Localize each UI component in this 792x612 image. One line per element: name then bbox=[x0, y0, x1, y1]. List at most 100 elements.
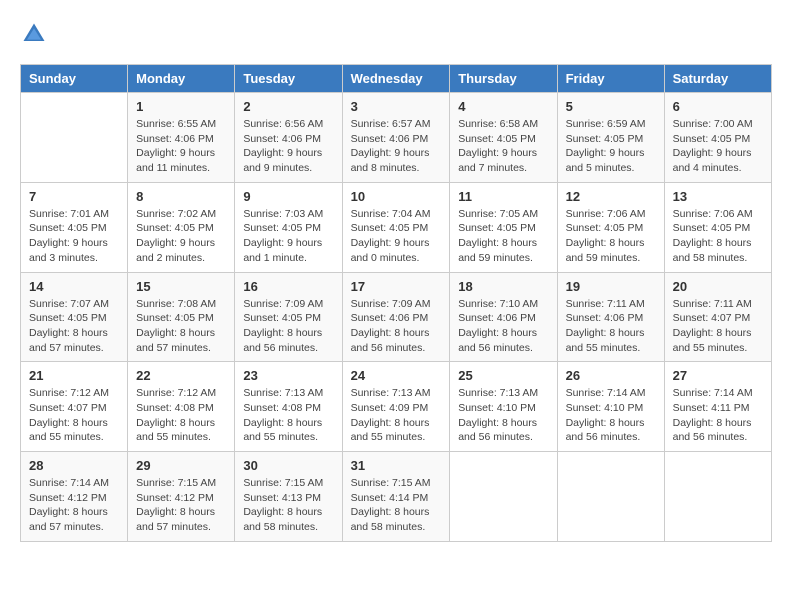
day-cell: 12 Sunrise: 7:06 AM Sunset: 4:05 PM Dayli… bbox=[557, 182, 664, 272]
day-cell bbox=[450, 452, 557, 542]
day-cell: 19 Sunrise: 7:11 AM Sunset: 4:06 PM Dayli… bbox=[557, 272, 664, 362]
day-detail: Sunrise: 7:01 AM Sunset: 4:05 PM Dayligh… bbox=[29, 207, 119, 266]
day-number: 6 bbox=[673, 99, 763, 114]
day-detail: Sunrise: 7:11 AM Sunset: 4:07 PM Dayligh… bbox=[673, 297, 763, 356]
day-cell: 2 Sunrise: 6:56 AM Sunset: 4:06 PM Daylig… bbox=[235, 93, 342, 183]
calendar-header-row: SundayMondayTuesdayWednesdayThursdayFrid… bbox=[21, 65, 772, 93]
day-cell: 25 Sunrise: 7:13 AM Sunset: 4:10 PM Dayli… bbox=[450, 362, 557, 452]
day-detail: Sunrise: 7:00 AM Sunset: 4:05 PM Dayligh… bbox=[673, 117, 763, 176]
day-number: 24 bbox=[351, 368, 442, 383]
week-row-4: 21Sunrise: 7:12 AM Sunset: 4:07 PM Dayli… bbox=[21, 362, 772, 452]
day-cell: 17 Sunrise: 7:09 AM Sunset: 4:06 PM Dayli… bbox=[342, 272, 450, 362]
header-tuesday: Tuesday bbox=[235, 65, 342, 93]
day-detail: Sunrise: 7:13 AM Sunset: 4:09 PM Dayligh… bbox=[351, 386, 442, 445]
day-number: 31 bbox=[351, 458, 442, 473]
day-cell: 4 Sunrise: 6:58 AM Sunset: 4:05 PM Daylig… bbox=[450, 93, 557, 183]
day-number: 19 bbox=[566, 279, 656, 294]
day-detail: Sunrise: 7:02 AM Sunset: 4:05 PM Dayligh… bbox=[136, 207, 226, 266]
day-detail: Sunrise: 7:15 AM Sunset: 4:14 PM Dayligh… bbox=[351, 476, 442, 535]
day-cell: 18 Sunrise: 7:10 AM Sunset: 4:06 PM Dayli… bbox=[450, 272, 557, 362]
day-detail: Sunrise: 7:10 AM Sunset: 4:06 PM Dayligh… bbox=[458, 297, 548, 356]
day-detail: Sunrise: 7:15 AM Sunset: 4:12 PM Dayligh… bbox=[136, 476, 226, 535]
day-cell: 13 Sunrise: 7:06 AM Sunset: 4:05 PM Dayli… bbox=[664, 182, 771, 272]
day-cell: 30Sunrise: 7:15 AM Sunset: 4:13 PM Dayli… bbox=[235, 452, 342, 542]
day-number: 28 bbox=[29, 458, 119, 473]
day-number: 26 bbox=[566, 368, 656, 383]
header-sunday: Sunday bbox=[21, 65, 128, 93]
day-number: 10 bbox=[351, 189, 442, 204]
day-cell: 10 Sunrise: 7:04 AM Sunset: 4:05 PM Dayli… bbox=[342, 182, 450, 272]
day-detail: Sunrise: 7:03 AM Sunset: 4:05 PM Dayligh… bbox=[243, 207, 333, 266]
header-wednesday: Wednesday bbox=[342, 65, 450, 93]
calendar-table: SundayMondayTuesdayWednesdayThursdayFrid… bbox=[20, 64, 772, 542]
page-header bbox=[20, 20, 772, 48]
day-detail: Sunrise: 7:15 AM Sunset: 4:13 PM Dayligh… bbox=[243, 476, 333, 535]
logo-icon bbox=[20, 20, 48, 48]
day-number: 22 bbox=[136, 368, 226, 383]
day-cell: 24 Sunrise: 7:13 AM Sunset: 4:09 PM Dayli… bbox=[342, 362, 450, 452]
day-detail: Sunrise: 7:06 AM Sunset: 4:05 PM Dayligh… bbox=[673, 207, 763, 266]
day-detail: Sunrise: 6:57 AM Sunset: 4:06 PM Dayligh… bbox=[351, 117, 442, 176]
day-number: 9 bbox=[243, 189, 333, 204]
week-row-2: 7 Sunrise: 7:01 AM Sunset: 4:05 PM Daylig… bbox=[21, 182, 772, 272]
day-detail: Sunrise: 6:56 AM Sunset: 4:06 PM Dayligh… bbox=[243, 117, 333, 176]
day-number: 29 bbox=[136, 458, 226, 473]
day-number: 2 bbox=[243, 99, 333, 114]
day-detail: Sunrise: 7:05 AM Sunset: 4:05 PM Dayligh… bbox=[458, 207, 548, 266]
day-detail: Sunrise: 7:12 AM Sunset: 4:07 PM Dayligh… bbox=[29, 386, 119, 445]
day-detail: Sunrise: 7:14 AM Sunset: 4:11 PM Dayligh… bbox=[673, 386, 763, 445]
day-detail: Sunrise: 7:11 AM Sunset: 4:06 PM Dayligh… bbox=[566, 297, 656, 356]
day-detail: Sunrise: 7:04 AM Sunset: 4:05 PM Dayligh… bbox=[351, 207, 442, 266]
day-detail: Sunrise: 7:07 AM Sunset: 4:05 PM Dayligh… bbox=[29, 297, 119, 356]
day-detail: Sunrise: 7:09 AM Sunset: 4:06 PM Dayligh… bbox=[351, 297, 442, 356]
day-cell bbox=[21, 93, 128, 183]
day-cell: 29 Sunrise: 7:15 AM Sunset: 4:12 PM Dayli… bbox=[128, 452, 235, 542]
day-cell: 14Sunrise: 7:07 AM Sunset: 4:05 PM Dayli… bbox=[21, 272, 128, 362]
day-number: 3 bbox=[351, 99, 442, 114]
header-friday: Friday bbox=[557, 65, 664, 93]
day-cell: 20 Sunrise: 7:11 AM Sunset: 4:07 PM Dayli… bbox=[664, 272, 771, 362]
day-detail: Sunrise: 7:13 AM Sunset: 4:10 PM Dayligh… bbox=[458, 386, 548, 445]
day-number: 17 bbox=[351, 279, 442, 294]
day-number: 12 bbox=[566, 189, 656, 204]
day-cell: 6 Sunrise: 7:00 AM Sunset: 4:05 PM Daylig… bbox=[664, 93, 771, 183]
day-number: 23 bbox=[243, 368, 333, 383]
day-cell: 26Sunrise: 7:14 AM Sunset: 4:10 PM Dayli… bbox=[557, 362, 664, 452]
day-detail: Sunrise: 6:59 AM Sunset: 4:05 PM Dayligh… bbox=[566, 117, 656, 176]
day-detail: Sunrise: 7:14 AM Sunset: 4:12 PM Dayligh… bbox=[29, 476, 119, 535]
header-thursday: Thursday bbox=[450, 65, 557, 93]
day-cell: 1 Sunrise: 6:55 AM Sunset: 4:06 PM Daylig… bbox=[128, 93, 235, 183]
day-cell bbox=[557, 452, 664, 542]
day-cell: 15 Sunrise: 7:08 AM Sunset: 4:05 PM Dayli… bbox=[128, 272, 235, 362]
header-saturday: Saturday bbox=[664, 65, 771, 93]
day-detail: Sunrise: 7:09 AM Sunset: 4:05 PM Dayligh… bbox=[243, 297, 333, 356]
week-row-1: 1 Sunrise: 6:55 AM Sunset: 4:06 PM Daylig… bbox=[21, 93, 772, 183]
day-number: 15 bbox=[136, 279, 226, 294]
day-cell: 3 Sunrise: 6:57 AM Sunset: 4:06 PM Daylig… bbox=[342, 93, 450, 183]
day-detail: Sunrise: 7:06 AM Sunset: 4:05 PM Dayligh… bbox=[566, 207, 656, 266]
logo bbox=[20, 20, 52, 48]
day-detail: Sunrise: 7:08 AM Sunset: 4:05 PM Dayligh… bbox=[136, 297, 226, 356]
day-detail: Sunrise: 6:55 AM Sunset: 4:06 PM Dayligh… bbox=[136, 117, 226, 176]
day-number: 18 bbox=[458, 279, 548, 294]
day-number: 4 bbox=[458, 99, 548, 114]
day-cell: 27Sunrise: 7:14 AM Sunset: 4:11 PM Dayli… bbox=[664, 362, 771, 452]
day-cell bbox=[664, 452, 771, 542]
day-number: 5 bbox=[566, 99, 656, 114]
header-monday: Monday bbox=[128, 65, 235, 93]
day-cell: 23Sunrise: 7:13 AM Sunset: 4:08 PM Dayli… bbox=[235, 362, 342, 452]
day-cell: 7 Sunrise: 7:01 AM Sunset: 4:05 PM Daylig… bbox=[21, 182, 128, 272]
day-number: 8 bbox=[136, 189, 226, 204]
day-detail: Sunrise: 6:58 AM Sunset: 4:05 PM Dayligh… bbox=[458, 117, 548, 176]
day-number: 16 bbox=[243, 279, 333, 294]
day-number: 7 bbox=[29, 189, 119, 204]
day-cell: 21Sunrise: 7:12 AM Sunset: 4:07 PM Dayli… bbox=[21, 362, 128, 452]
day-cell: 16 Sunrise: 7:09 AM Sunset: 4:05 PM Dayli… bbox=[235, 272, 342, 362]
day-number: 20 bbox=[673, 279, 763, 294]
day-cell: 31 Sunrise: 7:15 AM Sunset: 4:14 PM Dayli… bbox=[342, 452, 450, 542]
week-row-3: 14Sunrise: 7:07 AM Sunset: 4:05 PM Dayli… bbox=[21, 272, 772, 362]
day-number: 11 bbox=[458, 189, 548, 204]
day-number: 25 bbox=[458, 368, 548, 383]
day-number: 13 bbox=[673, 189, 763, 204]
day-number: 1 bbox=[136, 99, 226, 114]
